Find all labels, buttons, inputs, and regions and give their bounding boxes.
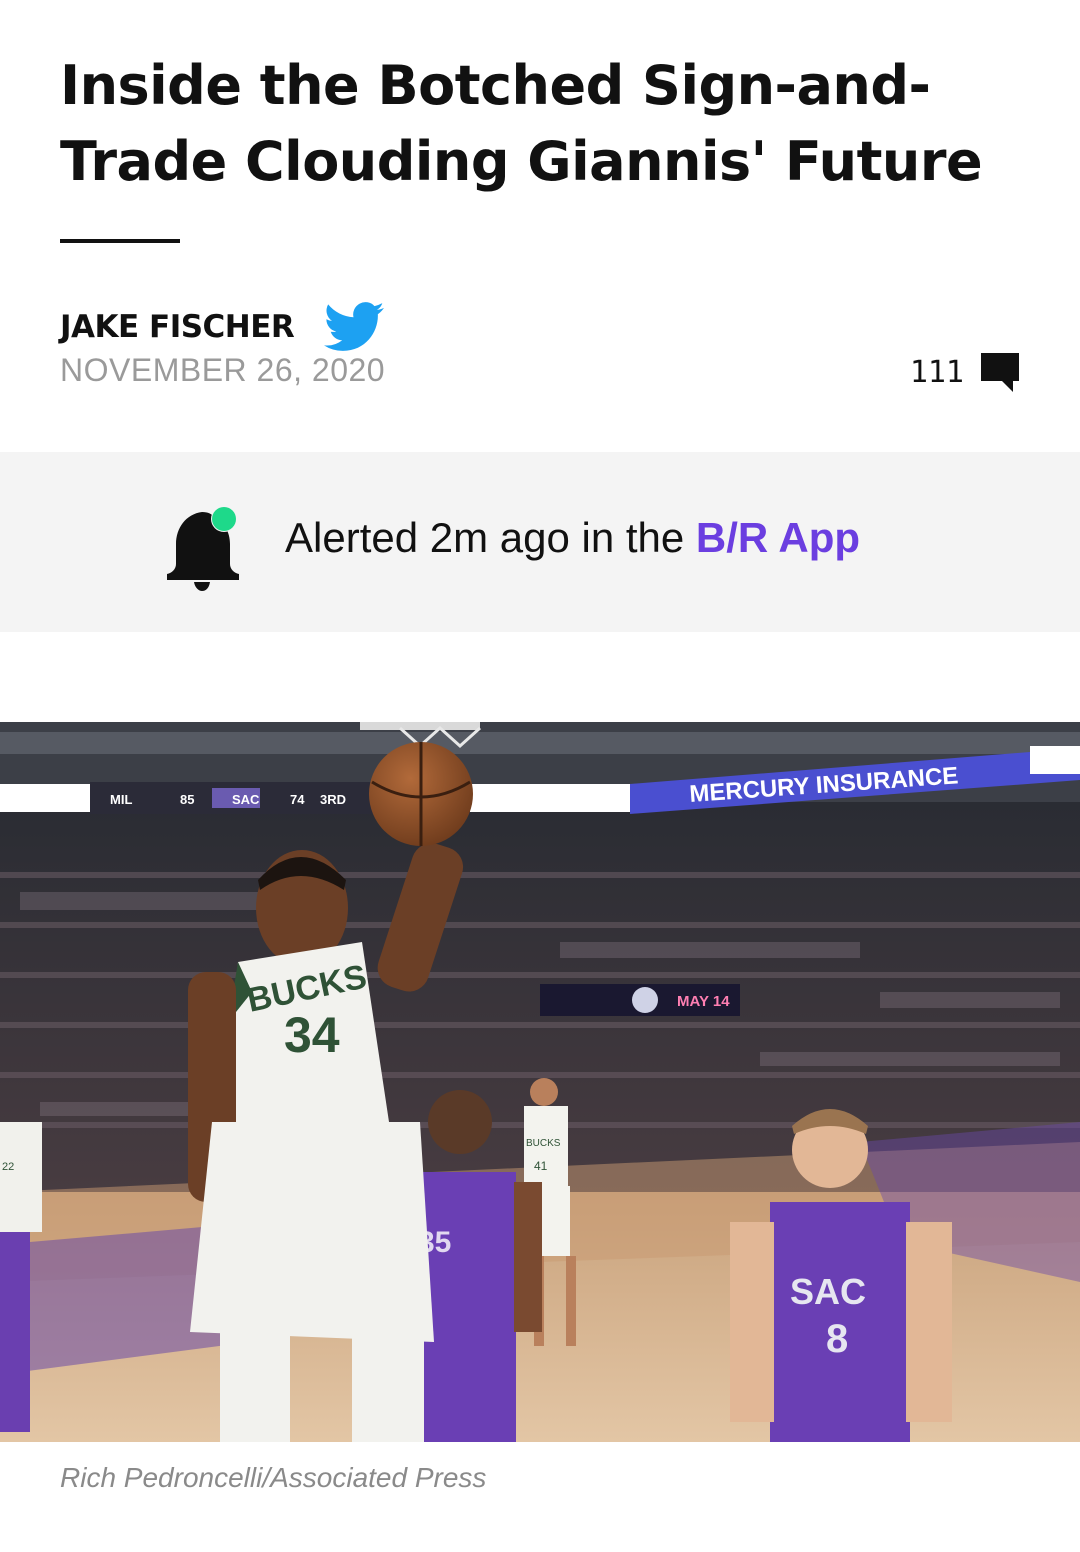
twitter-bird-icon[interactable] xyxy=(324,302,385,352)
arena-sign: MAY 14 xyxy=(677,993,730,1010)
comment-bubble-icon xyxy=(981,353,1019,392)
back-jersey-team: BUCKS xyxy=(526,1138,561,1149)
photo-credit: Rich Pedroncelli/Associated Press xyxy=(60,1462,487,1493)
sac-jersey-team: SAC xyxy=(790,1271,866,1312)
comments-button[interactable]: 111 xyxy=(910,348,1022,396)
bench-jersey-number: 22 xyxy=(2,1161,14,1173)
article-headline: Inside the Botched Sign-and-Trade Cloudi… xyxy=(60,54,983,193)
article-hero-photo: MIL 85 SAC 74 3RD MERCURY INSURANCE MAY … xyxy=(0,722,1080,1442)
author-link[interactable]: JAKE FISCHER xyxy=(60,309,295,345)
alert-prefix: Alerted 2m ago in the xyxy=(285,514,696,561)
alert-message: Alerted 2m ago in the B/R App xyxy=(285,514,860,562)
scoreboard-home-score: 85 xyxy=(180,792,194,807)
sac-jersey-number: 8 xyxy=(826,1317,848,1361)
scoreboard-away: SAC xyxy=(232,792,260,807)
app-alert-banner[interactable]: Alerted 2m ago in the B/R App xyxy=(0,452,1080,632)
back-jersey-number: 41 xyxy=(534,1159,548,1173)
scoreboard-home: MIL xyxy=(110,792,132,807)
comment-count: 111 xyxy=(909,354,964,390)
byline: JAKE FISCHER xyxy=(60,302,385,352)
main-jersey-number: 34 xyxy=(284,1007,340,1063)
scoreboard-away-score: 74 xyxy=(290,792,305,807)
br-app-link[interactable]: B/R App xyxy=(696,514,860,561)
headline-divider xyxy=(60,239,180,243)
publish-date: NOVEMBER 26, 2020 xyxy=(60,352,386,388)
bell-icon xyxy=(167,506,239,591)
scoreboard-period: 3RD xyxy=(320,792,346,807)
